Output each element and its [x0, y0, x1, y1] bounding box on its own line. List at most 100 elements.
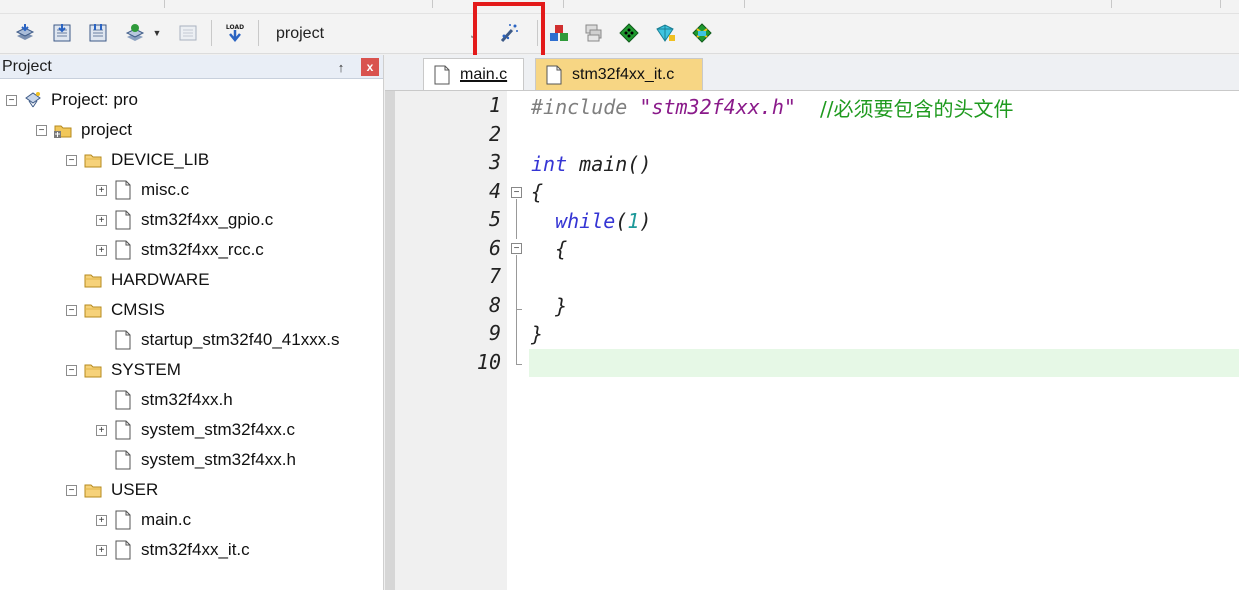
- line-number: 3: [488, 150, 501, 174]
- load-download-icon: LOAD: [226, 24, 244, 42]
- tab-main-c[interactable]: main.c: [423, 58, 524, 90]
- tree-item-file[interactable]: startup_stm32f40_41xxx.s: [96, 325, 339, 355]
- tree-item-file[interactable]: + system_stm32f4xx.c: [96, 415, 295, 445]
- fold-toggle-line-4[interactable]: −: [511, 187, 522, 198]
- expand-icon[interactable]: +: [96, 244, 107, 256]
- folder-icon: [83, 300, 103, 320]
- code-line-1: #include "stm32f4xx.h" //必须要包含的头文件: [531, 93, 1014, 121]
- collapse-icon[interactable]: −: [36, 124, 47, 136]
- keyword-token: int: [531, 152, 568, 176]
- file-extensions-button[interactable]: [546, 20, 572, 46]
- comment-token: //必须要包含的头文件: [820, 96, 1014, 121]
- collapse-icon[interactable]: −: [66, 484, 77, 496]
- tree-item-label: HARDWARE: [111, 270, 210, 289]
- target-select-value: project: [276, 25, 325, 42]
- translate-button[interactable]: [12, 20, 38, 46]
- collapse-icon[interactable]: −: [6, 94, 17, 106]
- line-number: 1: [488, 93, 501, 117]
- fold-toggle-line-6[interactable]: −: [511, 243, 522, 254]
- close-icon[interactable]: x: [361, 58, 379, 76]
- pack-installer-button[interactable]: [652, 20, 678, 46]
- tree-item-label: system_stm32f4xx.c: [141, 420, 295, 439]
- tree-item-label: stm32f4xx_rcc.c: [141, 240, 264, 259]
- build-button[interactable]: [49, 20, 75, 46]
- translate-icon: [15, 24, 35, 40]
- project-panel-title: Project: [2, 57, 52, 75]
- tree-item-target[interactable]: − project: [36, 115, 132, 145]
- target-select[interactable]: project: [268, 22, 488, 46]
- line-number-gutter: 1 2 3 4 5 6 7 8 9 10: [395, 91, 507, 590]
- string-token: "stm32f4xx.h": [639, 95, 796, 119]
- select-packs-button[interactable]: [616, 20, 642, 46]
- pin-icon[interactable]: ↑: [332, 58, 350, 76]
- expand-icon[interactable]: +: [96, 184, 107, 196]
- tree-item-label: DEVICE_LIB: [111, 150, 210, 169]
- tree-item-file[interactable]: + stm32f4xx_it.c: [96, 535, 250, 565]
- code-editor[interactable]: #include "stm32f4xx.h" //必须要包含的头文件 int m…: [529, 91, 1239, 590]
- expand-icon[interactable]: +: [96, 544, 107, 556]
- file-icon: [434, 65, 450, 84]
- current-line-highlight: [529, 349, 1239, 377]
- tree-item-folder[interactable]: HARDWARE: [66, 265, 210, 295]
- batch-build-button[interactable]: [122, 20, 148, 46]
- expand-icon[interactable]: +: [96, 424, 107, 436]
- manage-components-icon: [585, 24, 602, 42]
- tree-item-folder[interactable]: − DEVICE_LIB: [66, 145, 209, 175]
- tree-item-folder[interactable]: − SYSTEM: [66, 355, 181, 385]
- tree-connector: [96, 395, 107, 406]
- tree-item-file[interactable]: system_stm32f4xx.h: [96, 445, 296, 475]
- tree-item-file[interactable]: + misc.c: [96, 175, 189, 205]
- code-line-9: }: [531, 320, 543, 348]
- tree-item-file[interactable]: stm32f4xx.h: [96, 385, 233, 415]
- tree-item-label: CMSIS: [111, 300, 165, 319]
- tree-item-file[interactable]: + main.c: [96, 505, 191, 535]
- tree-item-file[interactable]: + stm32f4xx_gpio.c: [96, 205, 273, 235]
- number-token: 1: [627, 209, 640, 233]
- tree-connector: [66, 275, 77, 286]
- batch-build-icon: [125, 24, 145, 41]
- pack-installer-icon: [656, 24, 675, 42]
- tree-item-folder[interactable]: − USER: [66, 475, 158, 505]
- download-button[interactable]: LOAD: [222, 20, 248, 46]
- project-panel-header: Project ↑ x: [0, 55, 383, 79]
- expand-icon[interactable]: +: [96, 514, 107, 526]
- environment-icon: [692, 23, 712, 43]
- collapse-icon[interactable]: −: [66, 364, 77, 376]
- file-icon: [546, 65, 562, 84]
- code-line-8: }: [531, 292, 567, 320]
- file-icon: [113, 180, 133, 200]
- folder-icon: [83, 480, 103, 500]
- tree-item-label: Project: pro: [51, 90, 138, 109]
- line-number: 5: [488, 207, 501, 231]
- fold-margin: − −: [507, 91, 529, 590]
- line-number: 6: [488, 235, 501, 260]
- target-select-arrow[interactable]: ✓: [466, 27, 482, 43]
- batch-build-dropdown[interactable]: ▼: [149, 20, 165, 46]
- collapse-icon[interactable]: −: [66, 154, 77, 166]
- menu-strip-remnant: [0, 0, 1239, 14]
- tab-label: stm32f4xx_it.c: [572, 65, 675, 83]
- manage-components-button[interactable]: [581, 20, 607, 46]
- folder-icon: [83, 270, 103, 290]
- editor-tab-bar: main.c stm32f4xx_it.c: [385, 55, 1239, 91]
- file-extensions-icon: [550, 25, 568, 41]
- tree-item-root[interactable]: − Project: pro: [6, 85, 138, 115]
- stop-build-button[interactable]: [175, 20, 201, 46]
- code-text: {: [555, 237, 568, 261]
- options-for-target-button[interactable]: [496, 20, 522, 46]
- project-root-icon: [23, 90, 43, 110]
- tree-item-label: USER: [111, 480, 159, 499]
- tree-item-folder[interactable]: − CMSIS: [66, 295, 165, 325]
- project-panel: Project ↑ x − Project: pro − project − DEVICE…: [0, 55, 384, 590]
- rebuild-button[interactable]: [85, 20, 111, 46]
- tab-stm32f4xx-it-c[interactable]: stm32f4xx_it.c: [535, 58, 703, 90]
- file-icon: [113, 540, 133, 560]
- tree-connector: [96, 335, 107, 346]
- expand-icon[interactable]: +: [96, 214, 107, 226]
- environment-button[interactable]: [689, 20, 715, 46]
- line-number: 7: [488, 264, 501, 288]
- collapse-icon[interactable]: −: [66, 304, 77, 316]
- code-text: (: [615, 209, 628, 233]
- preprocessor-token: #include: [531, 95, 628, 119]
- tree-item-file[interactable]: + stm32f4xx_rcc.c: [96, 235, 264, 265]
